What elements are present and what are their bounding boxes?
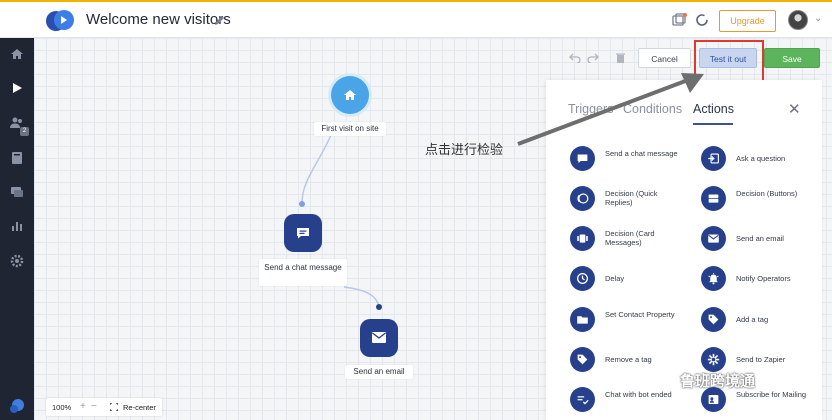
edit-pencil-icon[interactable] — [213, 13, 227, 27]
tag-icon — [708, 314, 719, 325]
cancel-button[interactable]: Cancel — [638, 48, 691, 68]
recenter-button[interactable]: Re-center — [123, 403, 156, 412]
action-label: Delay — [605, 274, 625, 283]
email-icon — [372, 332, 386, 343]
bot-ended-icon — [577, 396, 589, 405]
action-label: Remove a tag — [605, 355, 652, 364]
play-icon[interactable] — [9, 80, 25, 96]
action-label: Decision (Buttons) — [736, 189, 798, 198]
question-icon — [708, 153, 719, 164]
action-label: Send to Zapier — [736, 355, 786, 364]
avatar[interactable] — [788, 10, 808, 30]
top-header: Welcome new visitors Upgrade ⌄ — [0, 0, 832, 38]
notification-image-icon[interactable] — [671, 12, 687, 28]
zoom-controls: 100% + − Re-center — [46, 398, 162, 416]
action-label: Decision (Card Messages) — [605, 229, 655, 247]
home-icon — [344, 90, 356, 100]
actions-panel: Triggers Conditions Actions ✕ Send a cha… — [546, 80, 822, 420]
left-sidebar: 2 — [0, 0, 34, 420]
node-label-chat-message: Send a chat message — [259, 259, 347, 286]
close-icon[interactable]: ✕ — [788, 102, 801, 117]
email-node[interactable] — [360, 319, 398, 357]
clock-icon — [576, 272, 589, 285]
contacts-badge: 2 — [20, 127, 29, 136]
buttons-icon — [708, 194, 719, 203]
quick-replies-icon — [577, 193, 589, 204]
chat-icon — [297, 228, 309, 239]
settings-icon[interactable] — [9, 253, 25, 269]
action-label: Decision (Quick Replies) — [605, 189, 658, 207]
zapier-icon — [707, 353, 720, 366]
save-button[interactable]: Save — [764, 48, 820, 68]
active-tab-indicator — [693, 123, 733, 125]
annotation-text: 点击进行检验 — [425, 142, 504, 157]
test-it-out-button[interactable]: Test it out — [699, 48, 757, 68]
chat-widget-icon[interactable] — [9, 398, 25, 414]
action-label: Subscribe for Mailing — [736, 390, 807, 399]
account-menu-chevron[interactable]: ⌄ — [814, 13, 822, 24]
recenter-icon[interactable] — [110, 403, 118, 411]
node-label-send-email: Send an email — [345, 365, 413, 379]
refresh-icon[interactable] — [694, 12, 710, 28]
zoom-out-button[interactable]: − — [91, 401, 97, 412]
tag-remove-icon — [577, 354, 588, 365]
upgrade-button[interactable]: Upgrade — [719, 10, 776, 32]
analytics-icon[interactable] — [9, 218, 25, 234]
messages-icon[interactable] — [9, 184, 25, 200]
tab-conditions[interactable]: Conditions — [623, 102, 682, 116]
app-logo-icon[interactable] — [45, 9, 77, 33]
watermark: 鲁班跨境通 — [680, 373, 756, 390]
trash-icon[interactable] — [615, 52, 626, 64]
action-label: Send a chat message — [605, 149, 678, 158]
node-label-first-visit: First visit on site — [314, 122, 386, 136]
zoom-in-button[interactable]: + — [80, 401, 86, 412]
action-label: Notify Operators — [736, 274, 791, 283]
action-label: Chat with bot ended — [605, 390, 672, 399]
chat-message-node[interactable] — [284, 214, 322, 252]
card-messages-icon — [577, 234, 588, 243]
folder-icon — [577, 316, 588, 324]
home-icon[interactable] — [9, 46, 25, 62]
undo-icon[interactable] — [569, 53, 581, 63]
zoom-level: 100% — [52, 403, 72, 412]
bell-icon — [708, 273, 719, 285]
chat-icon — [577, 154, 588, 163]
book-icon[interactable] — [9, 150, 25, 166]
action-label: Ask a question — [736, 154, 786, 163]
action-label: Set Contact Property — [605, 310, 675, 319]
page-title: Welcome new visitors — [86, 11, 231, 28]
action-label: Send an email — [736, 234, 784, 243]
redo-icon[interactable] — [587, 53, 599, 63]
trigger-node[interactable] — [331, 76, 369, 114]
subscribe-icon — [708, 395, 719, 404]
tab-actions[interactable]: Actions — [693, 102, 734, 116]
tab-triggers[interactable]: Triggers — [568, 102, 613, 116]
action-label: Add a tag — [736, 315, 769, 324]
email-icon — [708, 234, 719, 243]
